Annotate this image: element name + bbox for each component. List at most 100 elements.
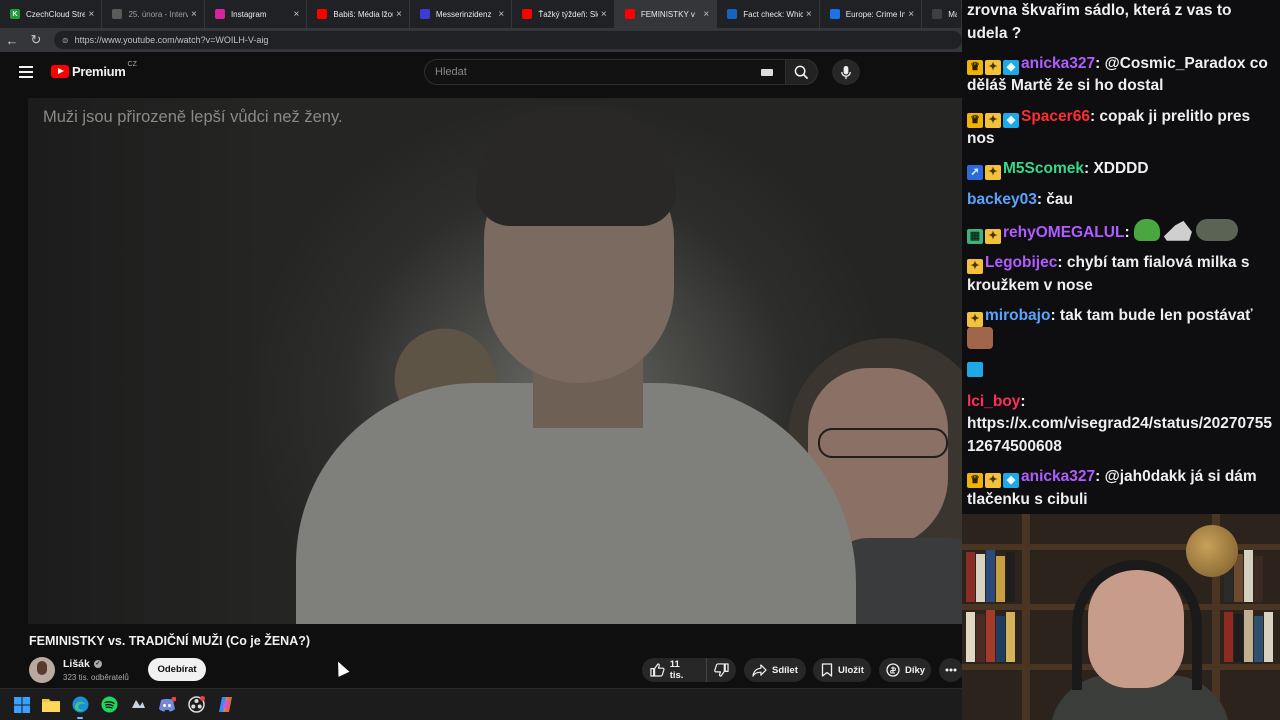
channel-avatar[interactable] — [29, 657, 55, 683]
chat-separator: : — [1020, 392, 1026, 410]
youtube-logo[interactable]: Premium CZ — [51, 61, 137, 79]
tab-close-icon[interactable]: × — [393, 9, 405, 20]
discord-icon[interactable] — [157, 695, 177, 715]
subscribe-button[interactable]: Odebírat — [148, 658, 206, 681]
tab-close-icon[interactable]: × — [85, 9, 97, 20]
more-icon — [945, 668, 957, 672]
tab-close-icon[interactable]: × — [700, 9, 712, 20]
emote-cube-icon[interactable] — [967, 362, 983, 378]
badge-crown-icon[interactable]: ♛ — [967, 59, 983, 75]
chat-username[interactable]: mirobajo — [985, 307, 1050, 324]
thanks-button[interactable]: Díky — [879, 658, 931, 682]
tab-close-icon[interactable]: × — [905, 9, 917, 20]
chat-username[interactable]: rehyOMEGALUL — [1003, 224, 1124, 241]
badge-sub-icon[interactable]: ✦ — [967, 311, 983, 327]
emote-toad-icon[interactable] — [1195, 218, 1238, 241]
tab-label: Instagram — [230, 9, 267, 19]
back-arrow-icon[interactable]: ← — [0, 33, 24, 48]
tab-close-icon[interactable]: × — [290, 9, 302, 20]
badge-crown-icon[interactable]: ♛ — [967, 473, 983, 489]
save-button[interactable]: Uložit — [813, 658, 871, 682]
chat-username[interactable]: Legobijec — [985, 254, 1057, 271]
menu-icon[interactable] — [19, 66, 33, 78]
browser-tab[interactable]: Instagram × — [205, 0, 308, 28]
youtube-play-icon — [51, 65, 69, 78]
badge-pred-icon[interactable]: ➚ — [967, 165, 983, 181]
windows-start-icon[interactable] — [12, 695, 32, 715]
keyboard-icon[interactable] — [761, 69, 773, 76]
chat-username[interactable]: M5Scomek — [1003, 160, 1084, 177]
badge-gem-icon[interactable]: ◆ — [1003, 112, 1019, 128]
chat-separator: : — [1036, 190, 1047, 208]
subscriber-count: 323 tis. odběratelů — [63, 673, 129, 682]
chat-username[interactable]: anicka327 — [1021, 468, 1095, 485]
badge-sub-icon[interactable]: ✦ — [985, 59, 1001, 75]
browser-tab[interactable]: Ma — [922, 0, 962, 28]
edge-browser-icon[interactable] — [70, 695, 90, 719]
browser-tab[interactable]: Fact check: Which × — [717, 0, 820, 28]
voice-search-button[interactable] — [832, 59, 860, 85]
headphones-icon — [1072, 560, 1202, 690]
emote-rat-icon[interactable] — [1163, 220, 1192, 241]
thanks-label: Díky — [905, 664, 926, 676]
chat-text: zrovna škvařim sádlo, která z vas to ude… — [967, 2, 1232, 42]
spotify-icon[interactable] — [99, 695, 119, 715]
badge-gem-icon[interactable]: ◆ — [1003, 473, 1019, 489]
share-icon — [752, 663, 767, 677]
badge-sub-icon[interactable]: ✦ — [985, 165, 1001, 181]
badge-sub-icon[interactable]: ✦ — [967, 258, 983, 274]
share-button[interactable]: Sdílet — [744, 658, 806, 682]
chat-message: ✦ mirobajo: tak tam bude len postávať — [967, 305, 1276, 353]
chat-text: čau — [1046, 190, 1073, 208]
chat-message: ♛ ✦ ◆ anicka327: @jah0dakk já si dám tlačen… — [967, 466, 1276, 511]
chat-text: XDDDD — [1093, 160, 1149, 178]
browser-tab[interactable]: Messerinzidenz × — [410, 0, 513, 28]
chat-username[interactable]: Spacer66 — [1021, 108, 1090, 125]
browser-tab[interactable]: Ťažký týždeň: Slov× — [512, 0, 615, 28]
site-info-icon[interactable]: ⊜ — [62, 36, 69, 45]
tab-close-icon[interactable]: × — [495, 9, 507, 20]
browser-tab[interactable]: K CzechCloud Stream× — [0, 0, 103, 28]
like-dislike-group: 11 tis. — [642, 658, 736, 682]
youtube-header: Premium CZ Hledat — [0, 52, 962, 92]
chat-username[interactable]: anicka327 — [1021, 55, 1095, 72]
steam-icon[interactable] — [128, 695, 148, 715]
badge-sub-icon[interactable]: ✦ — [985, 112, 1001, 128]
chat-message: ▦ ✦ rehyOMEGALUL: — [967, 218, 1276, 245]
reload-icon[interactable]: ↻ — [24, 32, 48, 48]
address-bar[interactable]: ⊜ https://www.youtube.com/watch?v=WOILH-… — [53, 31, 962, 49]
chat-username[interactable]: backey03 — [967, 191, 1037, 208]
channel-name[interactable]: Lišák ✓ — [63, 658, 102, 670]
tab-close-icon[interactable]: × — [598, 9, 610, 20]
badge-sub-icon[interactable]: ✦ — [985, 228, 1001, 244]
browser-tab[interactable]: Europe: Crime Ind × — [820, 0, 923, 28]
tab-label: Europe: Crime Ind — [845, 9, 906, 19]
browser-tab[interactable]: FEMINISTKY v × — [614, 0, 718, 28]
search-placeholder: Hledat — [435, 66, 467, 78]
obs-icon[interactable] — [186, 695, 206, 715]
video-player[interactable]: Muži jsou přirozeně lepší vůdci než ženy… — [28, 98, 962, 624]
chat-separator: : — [1050, 306, 1060, 324]
chat-separator: : — [1124, 223, 1134, 241]
badge-sub-icon[interactable]: ✦ — [985, 473, 1001, 489]
emote-pepe-icon[interactable] — [1133, 218, 1160, 241]
badge-multi-icon[interactable]: ▦ — [967, 228, 983, 244]
tab-close-icon[interactable]: × — [803, 9, 815, 20]
search-button[interactable] — [786, 59, 818, 85]
file-explorer-icon[interactable] — [41, 695, 61, 715]
more-actions-button[interactable] — [939, 658, 963, 682]
badge-crown-icon[interactable]: ♛ — [967, 112, 983, 128]
search-input[interactable]: Hledat — [424, 59, 786, 85]
like-button[interactable]: 11 tis. — [642, 658, 707, 682]
search-icon — [794, 65, 809, 79]
dislike-button[interactable] — [707, 658, 736, 682]
badge-gem-icon[interactable]: ◆ — [1003, 59, 1019, 75]
chat-username[interactable]: lci_boy — [967, 393, 1020, 410]
browser-tab[interactable]: Babiš: Média lžou, × — [307, 0, 410, 28]
browser-tab[interactable]: 25. února - Interv × — [102, 0, 205, 28]
copilot-icon[interactable] — [215, 695, 235, 715]
chat-separator: : — [1095, 54, 1105, 72]
emote-face-icon[interactable] — [967, 327, 993, 350]
tab-close-icon[interactable]: × — [188, 9, 200, 20]
chat-message: ♛ ✦ ◆ anicka327: @Cosmic_Paradox co děláš M… — [967, 53, 1276, 98]
